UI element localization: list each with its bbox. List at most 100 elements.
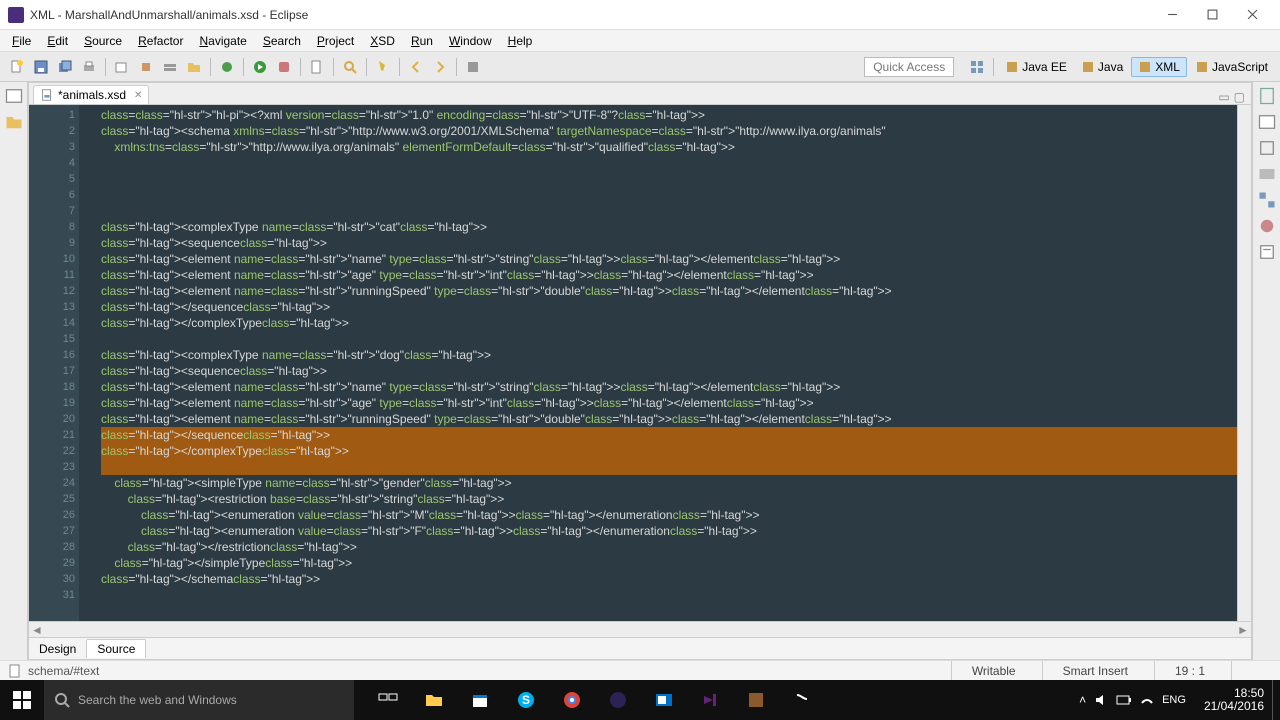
menu-source[interactable]: Source (76, 32, 130, 50)
close-tab-icon[interactable]: ✕ (134, 90, 142, 101)
chrome-icon[interactable] (550, 680, 594, 720)
show-desktop-button[interactable] (1272, 680, 1280, 720)
trim-view-props[interactable] (1257, 138, 1277, 158)
pin-button[interactable] (462, 56, 484, 78)
new-button[interactable] (6, 56, 28, 78)
print-button[interactable] (78, 56, 100, 78)
code-line[interactable]: class="hl-tag"></simpleTypeclass="hl-tag… (101, 555, 1237, 571)
quick-access[interactable]: Quick Access (864, 57, 954, 77)
tray-chevron-icon[interactable]: ˄ (1079, 693, 1086, 707)
perspective-java-ee[interactable]: Java EE (999, 58, 1073, 76)
tab-design[interactable]: Design (29, 640, 87, 658)
trim-view-console[interactable] (1257, 164, 1277, 184)
vs-icon[interactable] (688, 680, 732, 720)
code-line[interactable] (101, 203, 1237, 219)
menu-file[interactable]: File (4, 32, 39, 50)
open-perspective-button[interactable] (966, 56, 988, 78)
code-line[interactable]: class=class="hl-str">"hl-pi"><?xml versi… (101, 107, 1237, 123)
code-line[interactable]: class="hl-tag"><element name=class="hl-s… (101, 283, 1237, 299)
forward-button[interactable] (429, 56, 451, 78)
menu-run[interactable]: Run (403, 32, 441, 50)
code-line[interactable]: class="hl-tag"><complexType name=class="… (101, 219, 1237, 235)
code-line[interactable]: class="hl-tag"><complexType name=class="… (101, 347, 1237, 363)
taskbar-search[interactable]: Search the web and Windows (44, 680, 354, 720)
tab-source[interactable]: Source (87, 639, 146, 658)
save-button[interactable] (30, 56, 52, 78)
code-line[interactable]: class="hl-tag"><schema xmlns=class="hl-s… (101, 123, 1237, 139)
trim-view-outline[interactable] (1257, 86, 1277, 106)
trim-view-5[interactable] (1257, 190, 1277, 210)
code-line[interactable]: class="hl-tag"><enumeration value=class=… (101, 507, 1237, 523)
code-line[interactable]: class="hl-tag"></sequenceclass="hl-tag">… (101, 427, 1237, 443)
eclipse-taskbar-icon[interactable] (596, 680, 640, 720)
menu-refactor[interactable]: Refactor (130, 32, 191, 50)
new-xml-button[interactable] (306, 56, 328, 78)
code-line[interactable]: class="hl-tag"><element name=class="hl-s… (101, 395, 1237, 411)
code-line[interactable]: class="hl-tag"><sequenceclass="hl-tag">> (101, 235, 1237, 251)
explorer-icon[interactable] (412, 680, 456, 720)
folder-button[interactable] (183, 56, 205, 78)
overview-ruler[interactable] (1237, 105, 1251, 621)
perspective-xml[interactable]: XML (1131, 57, 1187, 77)
search-button[interactable] (339, 56, 361, 78)
perspective-java[interactable]: Java (1075, 58, 1129, 76)
horizontal-scrollbar[interactable]: ◄ ► (29, 621, 1251, 637)
scroll-right-icon[interactable]: ► (1235, 623, 1251, 637)
code-line[interactable] (101, 171, 1237, 187)
scroll-left-icon[interactable]: ◄ (29, 623, 45, 637)
code-line[interactable]: class="hl-tag"></schemaclass="hl-tag">> (101, 571, 1237, 587)
maximize-button[interactable] (1192, 1, 1232, 29)
app-icon-1[interactable] (734, 680, 778, 720)
code-line[interactable] (101, 587, 1237, 603)
minimize-button[interactable] (1152, 1, 1192, 29)
tray-lang[interactable]: ENG (1162, 694, 1186, 706)
run-button[interactable] (249, 56, 271, 78)
menu-help[interactable]: Help (500, 32, 541, 50)
store-icon[interactable] (458, 680, 502, 720)
trim-view-7[interactable] (1257, 242, 1277, 262)
new-wizard-button[interactable] (111, 56, 133, 78)
app-icon-2[interactable] (780, 680, 824, 720)
minimize-view-icon[interactable]: ▭ (1218, 90, 1229, 104)
perspective-javascript[interactable]: JavaScript (1189, 58, 1274, 76)
code-line[interactable] (101, 155, 1237, 171)
volume-icon[interactable] (1094, 693, 1108, 707)
back-button[interactable] (405, 56, 427, 78)
new-var-button[interactable] (135, 56, 157, 78)
taskview-icon[interactable] (366, 680, 410, 720)
trim-view-6[interactable] (1257, 216, 1277, 236)
trim-view-2[interactable] (4, 112, 24, 132)
save-all-button[interactable] (54, 56, 76, 78)
code-line[interactable]: class="hl-tag"></restrictionclass="hl-ta… (101, 539, 1237, 555)
new-server-button[interactable] (159, 56, 181, 78)
menu-navigate[interactable]: Navigate (191, 32, 254, 50)
wifi-icon[interactable] (1140, 693, 1154, 707)
close-button[interactable] (1232, 1, 1272, 29)
battery-icon[interactable] (1116, 694, 1132, 706)
start-button[interactable] (0, 680, 44, 720)
code-line[interactable]: class="hl-tag"><restriction base=class="… (101, 491, 1237, 507)
outlook-icon[interactable] (642, 680, 686, 720)
code-line[interactable]: class="hl-tag"></sequenceclass="hl-tag">… (101, 299, 1237, 315)
code-line[interactable] (101, 331, 1237, 347)
menu-search[interactable]: Search (255, 32, 309, 50)
code-line[interactable]: class="hl-tag"></complexTypeclass="hl-ta… (101, 315, 1237, 331)
code-body[interactable]: class=class="hl-str">"hl-pi"><?xml versi… (97, 105, 1237, 621)
source-editor[interactable]: 1234567891011121314151617181920212223242… (29, 105, 1251, 621)
menu-edit[interactable]: Edit (39, 32, 76, 50)
code-line[interactable] (101, 459, 1237, 475)
code-line[interactable]: xmlns:tns=class="hl-str">"http://www.ily… (101, 139, 1237, 155)
menu-project[interactable]: Project (309, 32, 362, 50)
menu-window[interactable]: Window (441, 32, 500, 50)
toggle-mark-button[interactable] (372, 56, 394, 78)
system-tray[interactable]: ˄ ENG (1069, 693, 1196, 707)
taskbar-clock[interactable]: 18:50 21/04/2016 (1196, 687, 1272, 713)
run-last-button[interactable] (273, 56, 295, 78)
debug-button[interactable] (216, 56, 238, 78)
code-line[interactable]: class="hl-tag"><element name=class="hl-s… (101, 251, 1237, 267)
code-line[interactable]: class="hl-tag"><element name=class="hl-s… (101, 267, 1237, 283)
code-line[interactable]: class="hl-tag"><simpleType name=class="h… (101, 475, 1237, 491)
code-line[interactable]: class="hl-tag"></complexTypeclass="hl-ta… (101, 443, 1237, 459)
code-line[interactable]: class="hl-tag"><element name=class="hl-s… (101, 379, 1237, 395)
menu-xsd[interactable]: XSD (362, 32, 403, 50)
